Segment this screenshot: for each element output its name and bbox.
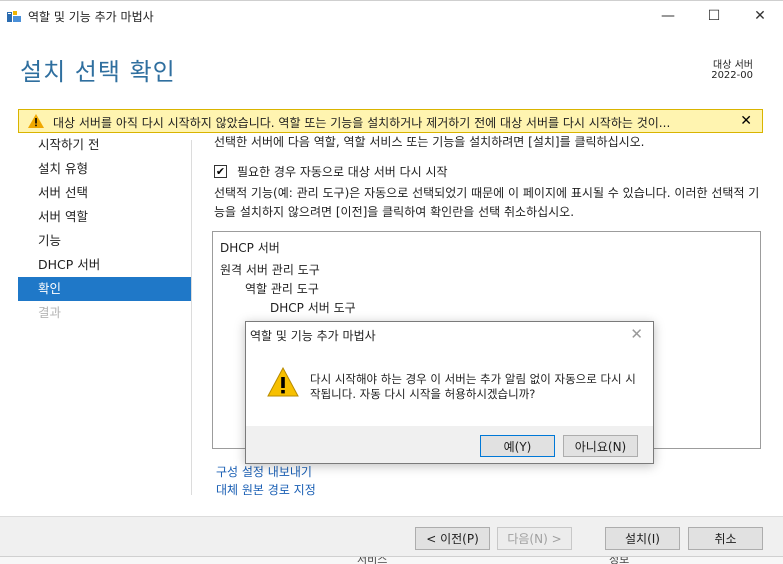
restart-option: ✔ 필요한 경우 자동으로 대상 서버 다시 시작: [214, 163, 448, 180]
sidebar-divider: [191, 140, 192, 495]
destination-server-name: 2022-00: [711, 70, 753, 81]
close-window-button[interactable]: ✕: [737, 1, 783, 31]
page-title: 설치 선택 확인: [20, 58, 176, 86]
warning-banner: 대상 서버를 아직 다시 시작하지 않았습니다. 역할 또는 기능을 설치하거나…: [18, 109, 763, 133]
background-tab-label: 서비스: [357, 556, 388, 564]
restart-checkbox[interactable]: ✔: [214, 165, 227, 178]
optional-features-note: 선택적 기능(예: 관리 도구)은 자동으로 선택되었기 때문에 이 페이지에 …: [214, 186, 760, 219]
sidebar-item-installation-type[interactable]: 설치 유형: [18, 157, 191, 181]
minimize-button[interactable]: —: [645, 1, 691, 31]
wizard-steps-nav: 시작하기 전 설치 유형 서버 선택 서버 역할 기능 DHCP 서버 확인 결…: [18, 133, 191, 325]
dialog-title: 역할 및 기능 추가 마법사: [250, 329, 376, 343]
warning-icon: [267, 367, 299, 397]
dialog-message: 다시 시작해야 하는 경우 이 서버는 추가 알림 없이 자동으로 다시 시작됩…: [310, 372, 636, 401]
sidebar-item-dhcp-server[interactable]: DHCP 서버: [18, 253, 191, 277]
destination-server-label: 대상 서버: [713, 60, 753, 71]
sidebar-item-server-selection[interactable]: 서버 선택: [18, 181, 191, 205]
sidebar-item-server-roles[interactable]: 서버 역할: [18, 205, 191, 229]
server-manager-icon: [7, 11, 21, 22]
sidebar-item-features[interactable]: 기능: [18, 229, 191, 253]
restart-confirmation-dialog: 역할 및 기능 추가 마법사 ✕ 다시 시작해야 하는 경우 이 서버는 추가 …: [245, 321, 654, 464]
maximize-button[interactable]: ☐: [691, 1, 737, 31]
window-title: 역할 및 기능 추가 마법사: [28, 10, 154, 24]
feature-item: 원격 서버 관리 도구: [220, 263, 320, 277]
export-settings-link[interactable]: 구성 설정 내보내기: [216, 463, 312, 480]
previous-button[interactable]: < 이전(P): [415, 527, 490, 550]
install-button[interactable]: 설치(I): [605, 527, 680, 550]
intro-text: 선택한 서버에 다음 역할, 역할 서비스 또는 기능을 설치하려면 [설치]를…: [214, 135, 645, 149]
sidebar-item-before-you-begin[interactable]: 시작하기 전: [18, 133, 191, 157]
title-bar: 역할 및 기능 추가 마법사 — ☐ ✕: [0, 0, 783, 30]
background-window-strip: 서비스 정보: [0, 556, 783, 564]
dialog-close-button[interactable]: ✕: [630, 325, 643, 343]
restart-checkbox-label[interactable]: 필요한 경우 자동으로 대상 서버 다시 시작: [237, 163, 448, 180]
warning-icon: [28, 114, 44, 128]
yes-button[interactable]: 예(Y): [480, 435, 555, 457]
warning-text: 대상 서버를 아직 다시 시작하지 않았습니다. 역할 또는 기능을 설치하거나…: [53, 116, 671, 130]
dialog-button-bar: 예(Y) 아니요(N): [246, 426, 653, 463]
no-button[interactable]: 아니요(N): [563, 435, 638, 457]
alternate-source-link[interactable]: 대체 원본 경로 지정: [216, 481, 316, 498]
warning-close-button[interactable]: ✕: [740, 113, 752, 129]
background-tab-label: 정보: [609, 556, 630, 564]
cancel-button[interactable]: 취소: [688, 527, 763, 550]
sidebar-item-confirmation[interactable]: 확인: [18, 277, 191, 301]
feature-item: DHCP 서버 도구: [270, 301, 356, 315]
sidebar-item-results: 결과: [38, 305, 62, 320]
feature-item: DHCP 서버: [220, 241, 280, 255]
next-button[interactable]: 다음(N) >: [497, 527, 572, 550]
feature-item: 역할 관리 도구: [245, 282, 319, 296]
